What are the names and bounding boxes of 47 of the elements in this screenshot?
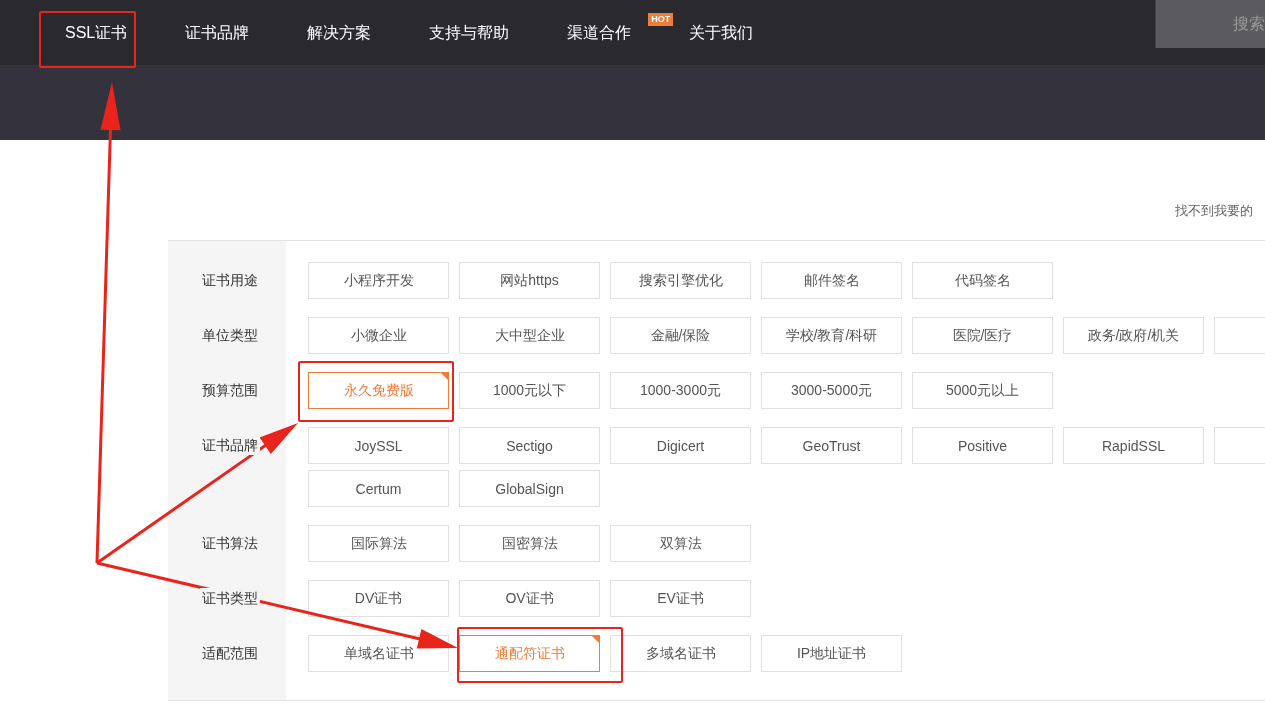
filter-option[interactable]: 代码签名	[912, 262, 1053, 299]
filter-option[interactable]: 多域名证书	[610, 635, 751, 672]
filter-option[interactable]: 小程序开发	[308, 262, 449, 299]
filter-option[interactable]: Sectigo	[459, 427, 600, 464]
filter-option[interactable]: Positive	[912, 427, 1053, 464]
nav-link[interactable]: 支持与帮助	[415, 0, 524, 65]
filter-label: 适配范围	[200, 643, 260, 663]
filter-option[interactable]: Digicert	[610, 427, 751, 464]
hot-badge: HOT	[648, 13, 674, 26]
filter-option[interactable]: 1000元以下	[459, 372, 600, 409]
filter-option[interactable]: 单域名证书	[308, 635, 449, 672]
filter-option[interactable]: GlobalSign	[459, 470, 600, 507]
filter-label: 预算范围	[200, 380, 260, 400]
help-text: 找不到我要的	[1175, 203, 1253, 218]
nav-link[interactable]: 解决方案	[293, 0, 386, 65]
filter-option[interactable]: GeoTrust	[761, 427, 902, 464]
filter-option[interactable]: Certum	[308, 470, 449, 507]
filter-label: 单位类型	[200, 325, 260, 345]
nav-link[interactable]: 关于我们	[675, 0, 768, 65]
filter-option[interactable]: DV证书	[308, 580, 449, 617]
filter-option[interactable]: 双算法	[610, 525, 751, 562]
filter-option[interactable]: EV证书	[610, 580, 751, 617]
filter-option[interactable]: 邮件签名	[761, 262, 902, 299]
filter-option[interactable]: 学校/教育/科研	[761, 317, 902, 354]
filter-label: 证书算法	[200, 533, 260, 553]
filter-option[interactable]: 国际算法	[308, 525, 449, 562]
nav-link[interactable]: SSL证书	[51, 0, 142, 65]
filter-option[interactable]: 金融/保险	[610, 317, 751, 354]
filter-label: 证书用途	[200, 270, 260, 290]
filter-option[interactable]: 大中型企业	[459, 317, 600, 354]
nav-link[interactable]: 渠道合作	[553, 0, 646, 65]
filter-label: 证书类型	[200, 588, 260, 608]
filter-option[interactable]: 3000-5000元	[761, 372, 902, 409]
filter-option[interactable]: OV证书	[459, 580, 600, 617]
filter-option[interactable]: IP地址证书	[761, 635, 902, 672]
filter-option[interactable]: JoySSL	[308, 427, 449, 464]
filter-option[interactable]: 国密算法	[459, 525, 600, 562]
filter-option[interactable]: 网站https	[459, 262, 600, 299]
filter-option[interactable]: 1000-3000元	[610, 372, 751, 409]
filter-option[interactable]: 搜索引擎优化	[610, 262, 751, 299]
filter-option[interactable]: 5000元以上	[912, 372, 1053, 409]
filter-label: 证书品牌	[200, 435, 260, 455]
nav-link[interactable]: 证书品牌	[171, 0, 264, 65]
filter-option[interactable]: RapidSSL	[1063, 427, 1204, 464]
filter-option[interactable]: 小微企业	[308, 317, 449, 354]
filter-option[interactable]: 医院/医疗	[912, 317, 1053, 354]
filter-option[interactable]: 政务/政府/机关	[1063, 317, 1204, 354]
